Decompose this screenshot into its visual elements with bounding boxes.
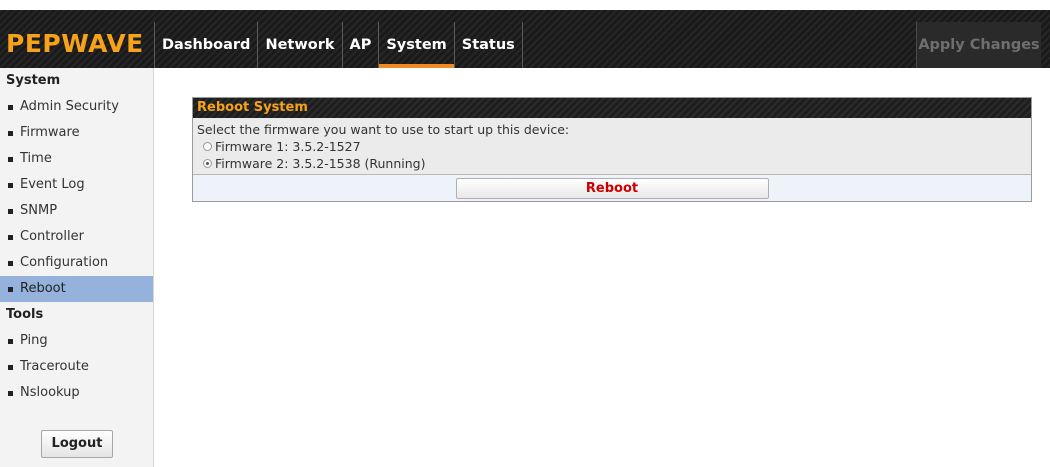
bullet-icon [8, 286, 13, 292]
sidebar-item-label: Reboot [20, 281, 66, 296]
bullet-icon [8, 182, 13, 188]
nav-network[interactable]: Network [257, 22, 341, 68]
bullet-icon [8, 390, 13, 396]
sidebar-section-tools: Tools [6, 307, 44, 322]
nav-ap[interactable]: AP [341, 22, 379, 68]
sidebar-item-event-log[interactable]: Event Log [0, 172, 153, 198]
sidebar-item-label: SNMP [20, 203, 58, 218]
bullet-icon [8, 364, 13, 370]
sidebar-item-controller[interactable]: Controller [0, 224, 153, 250]
sidebar-item-nslookup[interactable]: Nslookup [0, 380, 153, 406]
bullet-icon [8, 234, 13, 240]
sidebar-item-label: Admin Security [20, 99, 119, 114]
sidebar-item-admin-security[interactable]: Admin Security [0, 94, 153, 120]
nav-dashboard[interactable]: Dashboard [154, 22, 257, 68]
panel-footer: Reboot [193, 175, 1031, 201]
sidebar-section-system: System [6, 73, 61, 88]
pepwave-logo[interactable]: PEPWAVE [6, 26, 154, 62]
bullet-icon [8, 208, 13, 214]
sidebar-item-label: Ping [20, 333, 48, 348]
main-nav: Dashboard Network AP System Status [154, 22, 523, 68]
sidebar-item-label: Event Log [20, 177, 85, 192]
firmware-instruction: Select the firmware you want to use to s… [197, 122, 570, 137]
bullet-icon [8, 130, 13, 136]
firmware-option-1[interactable]: Firmware 1: 3.5.2-1527 [197, 138, 1027, 155]
sidebar: System Admin Security Firmware Time Even… [0, 68, 154, 467]
sidebar-item-label: Time [20, 151, 52, 166]
logout-button[interactable]: Logout [41, 430, 113, 458]
nav-system[interactable]: System [378, 22, 455, 68]
firmware-option-2[interactable]: Firmware 2: 3.5.2-1538 (Running) [197, 155, 1027, 172]
logout-container: Logout [0, 430, 154, 458]
bullet-icon [8, 338, 13, 344]
reboot-button[interactable]: Reboot [455, 177, 769, 199]
sidebar-item-ping[interactable]: Ping [0, 328, 153, 354]
firmware-2-label: Firmware 2: 3.5.2-1538 (Running) [215, 156, 426, 171]
nav-status[interactable]: Status [453, 22, 523, 68]
sidebar-item-configuration[interactable]: Configuration [0, 250, 153, 276]
sidebar-item-time[interactable]: Time [0, 146, 153, 172]
sidebar-item-label: Nslookup [20, 385, 80, 400]
sidebar-item-label: Traceroute [20, 359, 89, 374]
bullet-icon [8, 156, 13, 162]
reboot-system-panel: Reboot System Select the firmware you wa… [192, 97, 1032, 202]
panel-title: Reboot System [193, 98, 1031, 118]
bullet-icon [8, 260, 13, 266]
firmware-1-label: Firmware 1: 3.5.2-1527 [215, 139, 361, 154]
panel-body: Select the firmware you want to use to s… [193, 118, 1031, 175]
sidebar-item-label: Controller [20, 229, 84, 244]
sidebar-item-label: Configuration [20, 255, 109, 270]
sidebar-item-snmp[interactable]: SNMP [0, 198, 153, 224]
sidebar-item-label: Firmware [20, 125, 80, 140]
top-bar: PEPWAVE Dashboard Network AP System Stat… [0, 10, 1050, 68]
bullet-icon [8, 104, 13, 110]
sidebar-item-traceroute[interactable]: Traceroute [0, 354, 153, 380]
apply-changes-button[interactable]: Apply Changes [916, 22, 1041, 68]
firmware-2-radio[interactable] [203, 159, 212, 168]
firmware-1-radio[interactable] [203, 142, 212, 151]
sidebar-item-firmware[interactable]: Firmware [0, 120, 153, 146]
sidebar-item-reboot[interactable]: Reboot [0, 276, 153, 302]
